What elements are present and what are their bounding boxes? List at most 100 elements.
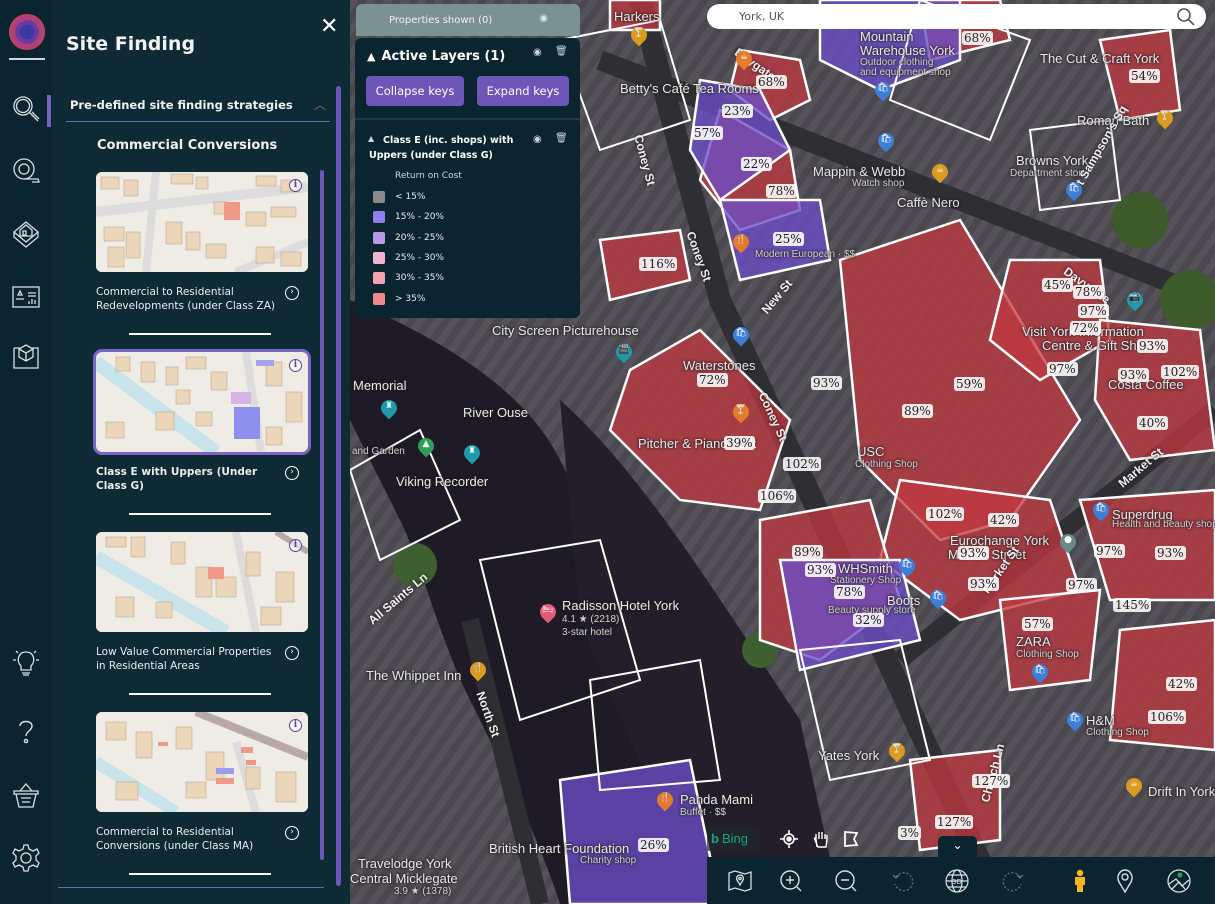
return-on-cost-label[interactable]: 89%	[792, 545, 823, 559]
info-icon[interactable]: i	[289, 179, 302, 192]
close-icon[interactable]: ✕	[320, 14, 338, 39]
return-on-cost-label[interactable]: 68%	[962, 31, 993, 45]
layer-trash-icon[interactable]: 🗑	[555, 133, 568, 144]
return-on-cost-label[interactable]: 72%	[697, 373, 728, 387]
return-on-cost-label[interactable]: 42%	[1166, 677, 1197, 691]
toolbar-toggle[interactable]: ⌄	[938, 836, 977, 858]
return-on-cost-label[interactable]: 54%	[1129, 69, 1160, 83]
strategy-card[interactable]: i Commercial to Residential Redevelopmen…	[96, 172, 308, 335]
map-place-label[interactable]: Clothing Shop	[855, 459, 918, 470]
camera-pin-icon[interactable]: 📷	[1123, 288, 1147, 312]
map-place-label[interactable]: Clothing Shop	[1016, 649, 1079, 660]
undo-button[interactable]	[888, 866, 918, 896]
cafe-pin-icon[interactable]: ☕	[928, 160, 952, 184]
return-on-cost-label[interactable]: 45%	[1042, 278, 1073, 292]
info-icon[interactable]: i	[289, 539, 302, 552]
return-on-cost-label[interactable]: 32%	[853, 613, 884, 627]
search-input[interactable]	[739, 10, 1159, 23]
return-on-cost-label[interactable]: 127%	[972, 774, 1011, 788]
return-on-cost-label[interactable]: 102%	[926, 507, 965, 521]
place-pin-icon[interactable]: ●	[1056, 530, 1080, 554]
return-on-cost-label[interactable]: 97%	[1047, 362, 1078, 376]
park-pin-icon[interactable]: ▲	[414, 434, 438, 458]
map-place-label[interactable]: Harkers	[614, 9, 660, 24]
map-place-label[interactable]: and Garden	[352, 446, 405, 457]
return-on-cost-label[interactable]: 22%	[741, 157, 772, 171]
info-icon[interactable]: i	[289, 719, 302, 732]
map-place-label[interactable]: Yates York	[818, 748, 879, 763]
return-on-cost-label[interactable]: 93%	[1118, 368, 1149, 382]
zoom-in-button[interactable]	[776, 866, 806, 896]
strategy-thumbnail[interactable]: i	[93, 349, 311, 455]
cards-scrollbar[interactable]	[320, 170, 324, 860]
chevron-right-circle-icon[interactable]: ›	[285, 466, 299, 480]
active-layers-header[interactable]: ▲ Active Layers (1)	[367, 49, 505, 64]
return-on-cost-label[interactable]: 78%	[834, 585, 865, 599]
return-on-cost-label[interactable]: 93%	[958, 546, 989, 560]
return-on-cost-label[interactable]: 25%	[773, 232, 804, 246]
map-pin-button[interactable]	[725, 866, 755, 896]
hotel-pin-icon[interactable]: 🛏	[536, 600, 560, 624]
map-place-label[interactable]: 3-star hotel	[562, 627, 612, 638]
map-place-label[interactable]: and equipment shop	[860, 67, 951, 78]
restaurant-pin-icon[interactable]: 🍴	[653, 788, 677, 812]
map-place-label[interactable]: Drift In York	[1148, 784, 1215, 799]
shop-pin-icon[interactable]: 🛍	[926, 586, 950, 610]
shop-pin-icon[interactable]: 🛍	[1063, 708, 1087, 732]
map-place-label[interactable]: Browns York	[1016, 153, 1088, 168]
cafe-pin-icon[interactable]: ☕	[732, 47, 756, 71]
eye-off-icon[interactable]: ◉	[539, 13, 548, 24]
map-place-label[interactable]: 4.1 ★ (2218)	[562, 614, 619, 625]
map-place-label[interactable]: ZARA	[1016, 634, 1051, 649]
eye-icon[interactable]: ◉	[533, 47, 542, 58]
collapse-keys-button[interactable]: Collapse keys	[366, 76, 464, 106]
map-place-label[interactable]: The Whippet Inn	[366, 668, 461, 683]
map-place-label[interactable]: Buffet · $$	[680, 807, 726, 818]
return-on-cost-label[interactable]: 97%	[1078, 304, 1109, 318]
shop-pin-icon[interactable]: 🛍	[895, 554, 919, 578]
return-on-cost-label[interactable]: 97%	[1094, 544, 1125, 558]
map-place-label[interactable]: Betty's Café Tea Rooms	[620, 81, 759, 96]
map-place-label[interactable]: Charity shop	[580, 855, 636, 866]
map-place-label[interactable]: Mappin & Webb	[813, 164, 905, 179]
return-on-cost-label[interactable]: 116%	[639, 257, 678, 271]
expand-keys-button[interactable]: Expand keys	[477, 76, 569, 106]
bar-pin-icon[interactable]: 🍸	[627, 23, 651, 47]
return-on-cost-label[interactable]: 78%	[766, 184, 797, 198]
return-on-cost-label[interactable]: 97%	[1066, 578, 1097, 592]
return-on-cost-label[interactable]: 93%	[968, 577, 999, 591]
shop-pin-icon[interactable]: 🛍	[1089, 498, 1113, 522]
map-place-label[interactable]: Travelodge York	[358, 856, 451, 871]
return-on-cost-label[interactable]: 57%	[692, 126, 723, 140]
shop-pin-icon[interactable]: 🛍	[874, 129, 898, 153]
map-place-label[interactable]: Memorial	[353, 378, 406, 393]
restaurant-pin-icon[interactable]: 🍴	[729, 230, 753, 254]
return-on-cost-label[interactable]: 93%	[1137, 339, 1168, 353]
return-on-cost-label[interactable]: 26%	[638, 838, 669, 852]
return-on-cost-label[interactable]: 72%	[1070, 321, 1101, 335]
map-place-label[interactable]: USC	[857, 444, 884, 459]
rail-item-dashboard[interactable]	[8, 279, 44, 315]
rail-item-settings[interactable]	[8, 840, 44, 876]
map-place-label[interactable]: The Cut & Craft York	[1040, 51, 1159, 66]
street-view-button[interactable]	[1065, 866, 1095, 896]
bar-pin-icon[interactable]: 🍸	[1153, 106, 1177, 130]
return-on-cost-label[interactable]: 89%	[902, 404, 933, 418]
map-place-label[interactable]: WHSmith	[838, 561, 893, 576]
bar-pin-icon[interactable]: 🍸	[729, 400, 753, 424]
chevron-right-circle-icon[interactable]: ›	[285, 826, 299, 840]
shop-pin-icon[interactable]: 🛍	[1062, 178, 1086, 202]
chevron-right-circle-icon[interactable]: ›	[285, 286, 299, 300]
redo-button[interactable]	[998, 866, 1028, 896]
strategy-thumbnail[interactable]: i	[96, 172, 308, 272]
return-on-cost-label[interactable]: 39%	[724, 436, 755, 450]
pan-button[interactable]	[808, 826, 834, 852]
rail-item-site-finding[interactable]	[8, 91, 44, 127]
map-place-label[interactable]: City Screen Picturehouse	[492, 323, 639, 338]
bar-pin-icon[interactable]: 🍸	[885, 739, 909, 763]
draw-button[interactable]	[838, 826, 864, 852]
return-on-cost-label[interactable]: 57%	[1022, 617, 1053, 631]
map-place-label[interactable]: Clothing Shop	[1086, 727, 1149, 738]
map-place-label[interactable]: Mountain	[860, 29, 913, 44]
return-on-cost-label[interactable]: 93%	[1155, 546, 1186, 560]
